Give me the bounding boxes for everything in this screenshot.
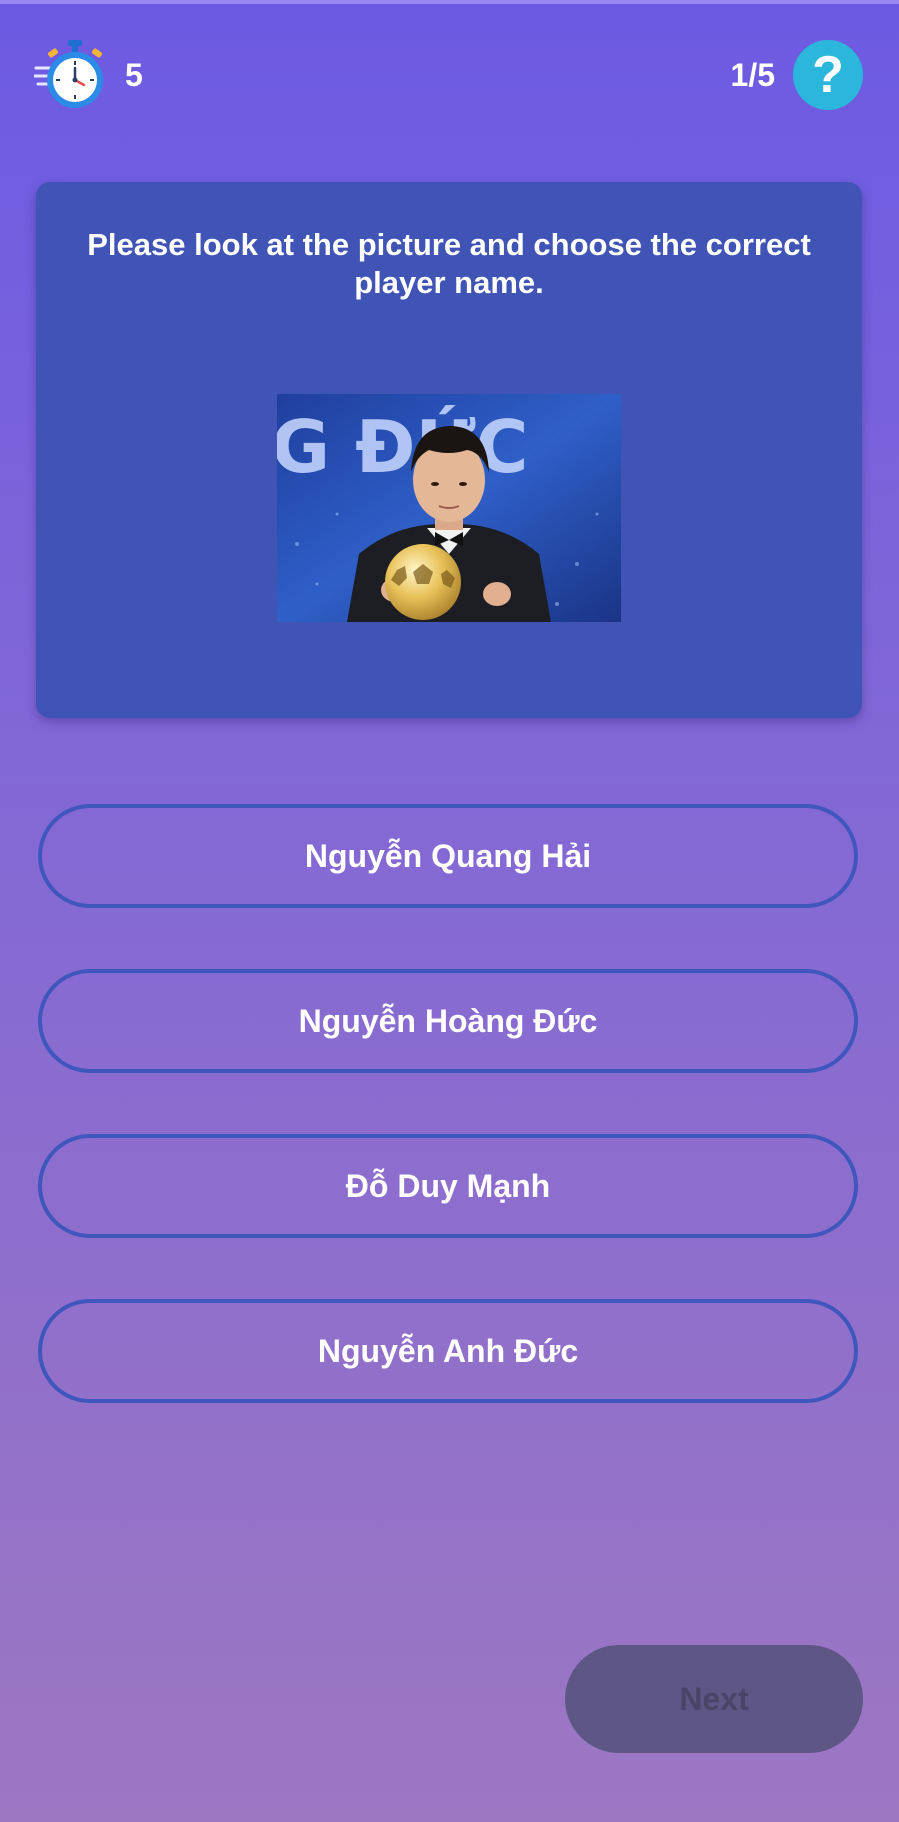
player-photo: G ĐỨC: [277, 394, 621, 622]
answer-option-3[interactable]: Đỗ Duy Mạnh: [38, 1134, 858, 1238]
svg-text:G ĐỨC: G ĐỨC: [277, 405, 528, 489]
question-text: Please look at the picture and choose th…: [87, 227, 811, 300]
help-button[interactable]: ?: [793, 40, 863, 110]
answer-option-2[interactable]: Nguyễn Hoàng Đức: [38, 969, 858, 1073]
question-mark-icon: ?: [812, 46, 844, 104]
answer-option-4[interactable]: Nguyễn Anh Đức: [38, 1299, 858, 1403]
stopwatch-icon: [32, 38, 110, 110]
top-accent-line: [0, 0, 899, 4]
answer-option-1[interactable]: Nguyễn Quang Hải: [38, 804, 858, 908]
question-progress: 1/5: [730, 57, 775, 93]
timer-value: 5: [125, 57, 143, 93]
next-button[interactable]: Next: [565, 1645, 863, 1753]
question-card: Please look at the picture and choose th…: [36, 182, 862, 718]
